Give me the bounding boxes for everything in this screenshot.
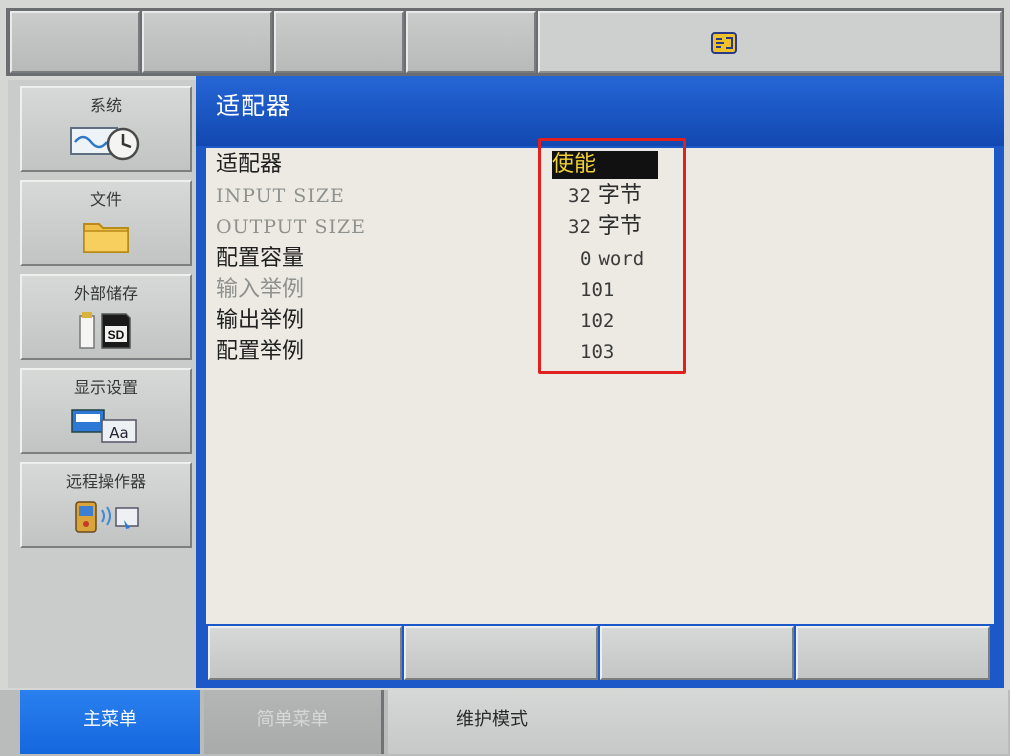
setting-label: 输入举例 bbox=[216, 277, 305, 302]
setting-value: 101 bbox=[580, 275, 614, 305]
folder-icon bbox=[83, 223, 129, 253]
function-key-2[interactable] bbox=[404, 626, 598, 680]
setting-row-output-size[interactable]: OUTPUT SIZE 32 字节 bbox=[216, 212, 976, 242]
page-title: 适配器 bbox=[216, 92, 291, 120]
setting-row-config-instance[interactable]: 配置举例 103 bbox=[216, 337, 976, 367]
top-toolbar-button-1[interactable] bbox=[10, 11, 140, 73]
top-toolbar bbox=[6, 8, 1004, 76]
function-key-bar bbox=[206, 624, 994, 680]
adapter-settings-list: 适配器 使能 INPUT SIZE 32 字节 OUTPUT SIZE 32 字… bbox=[206, 148, 994, 678]
setting-row-input-size[interactable]: INPUT SIZE 32 字节 bbox=[216, 181, 976, 211]
setting-label: 输出举例 bbox=[216, 308, 305, 333]
sd-card-icon: SD bbox=[79, 312, 131, 349]
setting-label: 配置举例 bbox=[216, 339, 305, 364]
setting-number: 102 bbox=[580, 310, 615, 332]
sidebar-item-remote-operator[interactable]: 远程操作器 bbox=[20, 462, 192, 548]
page-title-bar: 适配器 bbox=[196, 76, 1004, 146]
sidebar-item-label: 显示设置 bbox=[73, 378, 138, 397]
setting-unit: 字节 bbox=[597, 214, 642, 239]
setting-value: 102 bbox=[580, 306, 614, 336]
setting-row-config-capacity[interactable]: 配置容量 0 word bbox=[216, 244, 976, 274]
sidebar-item-label: 文件 bbox=[89, 190, 122, 209]
setting-label: 适配器 bbox=[216, 152, 283, 177]
bottom-menu-bar: 主菜单 简单菜单 维护模式 bbox=[0, 690, 1010, 756]
setting-label: 配置容量 bbox=[216, 246, 305, 271]
setting-row-output-instance[interactable]: 输出举例 102 bbox=[216, 306, 976, 336]
setting-label: OUTPUT SIZE bbox=[216, 216, 367, 238]
setting-number: 32 bbox=[568, 185, 591, 207]
top-toolbar-button-3[interactable] bbox=[274, 11, 404, 73]
display-font-icon: Aa bbox=[71, 409, 137, 443]
setting-value: 0 word bbox=[580, 244, 644, 274]
waveform-clock-icon bbox=[70, 127, 140, 161]
setting-number: 32 bbox=[568, 216, 591, 238]
setting-value: 32 字节 bbox=[568, 181, 642, 211]
function-key-1[interactable] bbox=[208, 626, 402, 680]
sidebar-item-display-settings[interactable]: 显示设置 Aa bbox=[20, 368, 192, 454]
main-menu-button[interactable]: 主菜单 bbox=[20, 690, 200, 754]
setting-number: 101 bbox=[580, 279, 615, 301]
svg-text:Aa: Aa bbox=[109, 424, 128, 442]
adapter-enable-value[interactable]: 使能 bbox=[552, 151, 658, 179]
setting-label: INPUT SIZE bbox=[216, 185, 345, 207]
function-key-3[interactable] bbox=[600, 626, 794, 680]
setting-number: 0 bbox=[580, 248, 592, 270]
svg-text:SD: SD bbox=[108, 328, 125, 342]
maintenance-mode-text: 维护模式 bbox=[456, 709, 528, 730]
setting-value: 32 字节 bbox=[568, 212, 642, 242]
teach-pendant-screen: 系统 文件 外部储存 SD 显示设置 Aa 远程操作器 适配器 适配器 使能 I… bbox=[0, 0, 1010, 756]
adapter-panel: 适配器 适配器 使能 INPUT SIZE 32 字节 OUTPUT SIZE … bbox=[196, 76, 1004, 688]
setting-row-input-instance[interactable]: 输入举例 101 bbox=[216, 275, 976, 305]
sidebar-item-system[interactable]: 系统 bbox=[20, 86, 192, 172]
sidebar-item-label: 外部储存 bbox=[73, 284, 138, 303]
sidebar-item-external-storage[interactable]: 外部储存 SD bbox=[20, 274, 192, 360]
main-menu-sidebar: 系统 文件 外部储存 SD 显示设置 Aa 远程操作器 bbox=[8, 80, 202, 688]
sidebar-item-label: 远程操作器 bbox=[65, 472, 146, 491]
sidebar-item-label: 系统 bbox=[89, 96, 122, 115]
function-key-4[interactable] bbox=[796, 626, 990, 680]
simple-menu-button[interactable]: 简单菜单 bbox=[204, 690, 384, 754]
setting-unit: word bbox=[598, 248, 645, 270]
setting-number: 103 bbox=[580, 341, 615, 363]
teach-pendant-status-icon bbox=[711, 32, 737, 54]
status-area bbox=[538, 11, 1002, 73]
maintenance-mode-label: 维护模式 bbox=[388, 690, 1008, 754]
setting-value: 103 bbox=[580, 337, 614, 367]
sidebar-item-file[interactable]: 文件 bbox=[20, 180, 192, 266]
setting-value[interactable]: 使能 bbox=[552, 150, 658, 180]
remote-pendant-icon bbox=[75, 501, 139, 533]
setting-unit: 字节 bbox=[597, 183, 642, 208]
setting-row-adapter[interactable]: 适配器 使能 bbox=[216, 150, 976, 180]
top-toolbar-button-2[interactable] bbox=[142, 11, 272, 73]
top-toolbar-button-4[interactable] bbox=[406, 11, 536, 73]
